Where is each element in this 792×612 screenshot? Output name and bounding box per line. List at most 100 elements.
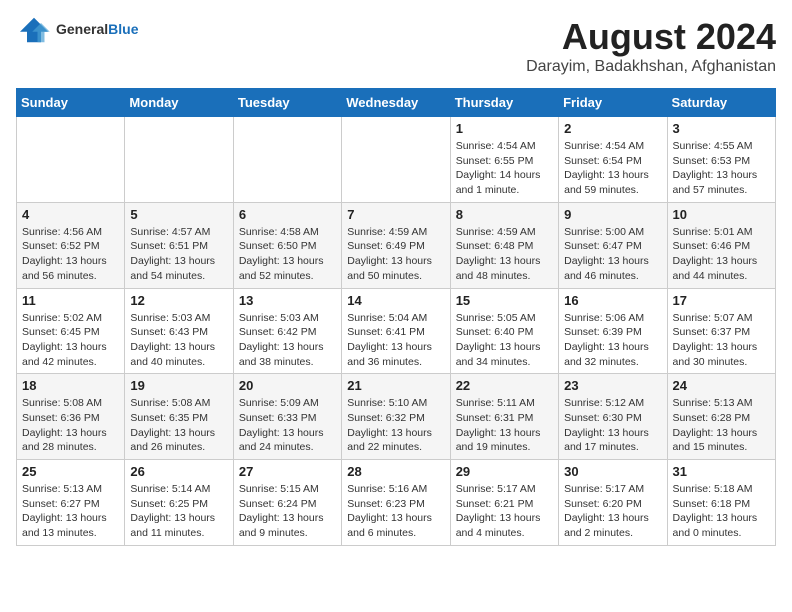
day-number: 27 (239, 464, 336, 479)
calendar-day: 30 Sunrise: 5:17 AM Sunset: 6:20 PM Dayli… (559, 460, 667, 546)
calendar-day: 7 Sunrise: 4:59 AM Sunset: 6:49 PM Daylig… (342, 202, 450, 288)
calendar-day: 5 Sunrise: 4:57 AM Sunset: 6:51 PM Daylig… (125, 202, 233, 288)
calendar-day: 18 Sunrise: 5:08 AM Sunset: 6:36 PM Dayli… (17, 374, 125, 460)
day-info: Sunrise: 5:03 AM Sunset: 6:42 PM Dayligh… (239, 311, 336, 370)
calendar-day: 31 Sunrise: 5:18 AM Sunset: 6:18 PM Dayli… (667, 460, 775, 546)
day-number: 26 (130, 464, 227, 479)
day-info: Sunrise: 4:54 AM Sunset: 6:54 PM Dayligh… (564, 139, 661, 198)
logo-icon (16, 16, 52, 44)
calendar-day: 28 Sunrise: 5:16 AM Sunset: 6:23 PM Dayli… (342, 460, 450, 546)
day-info: Sunrise: 4:57 AM Sunset: 6:51 PM Dayligh… (130, 225, 227, 284)
day-number: 7 (347, 207, 444, 222)
calendar-day: 6 Sunrise: 4:58 AM Sunset: 6:50 PM Daylig… (233, 202, 341, 288)
day-info: Sunrise: 5:10 AM Sunset: 6:32 PM Dayligh… (347, 396, 444, 455)
day-info: Sunrise: 4:59 AM Sunset: 6:48 PM Dayligh… (456, 225, 553, 284)
page-title: August 2024 (526, 16, 776, 58)
calendar-day (342, 117, 450, 203)
day-info: Sunrise: 5:08 AM Sunset: 6:36 PM Dayligh… (22, 396, 119, 455)
weekday-header-sunday: Sunday (17, 89, 125, 117)
calendar-day: 21Sunrise: 5:10 AM Sunset: 6:32 PM Dayli… (342, 374, 450, 460)
calendar-week-3: 11 Sunrise: 5:02 AM Sunset: 6:45 PM Dayli… (17, 288, 776, 374)
calendar-day (17, 117, 125, 203)
weekday-header-friday: Friday (559, 89, 667, 117)
weekday-header-saturday: Saturday (667, 89, 775, 117)
day-number: 9 (564, 207, 661, 222)
calendar-day: 2Sunrise: 4:54 AM Sunset: 6:54 PM Daylig… (559, 117, 667, 203)
day-info: Sunrise: 5:11 AM Sunset: 6:31 PM Dayligh… (456, 396, 553, 455)
day-info: Sunrise: 4:59 AM Sunset: 6:49 PM Dayligh… (347, 225, 444, 284)
calendar-day: 14 Sunrise: 5:04 AM Sunset: 6:41 PM Dayli… (342, 288, 450, 374)
day-info: Sunrise: 5:14 AM Sunset: 6:25 PM Dayligh… (130, 482, 227, 541)
day-number: 24 (673, 378, 770, 393)
logo-general: GeneralBlue (56, 21, 138, 39)
calendar-day: 25 Sunrise: 5:13 AM Sunset: 6:27 PM Dayli… (17, 460, 125, 546)
day-number: 11 (22, 293, 119, 308)
day-info: Sunrise: 4:55 AM Sunset: 6:53 PM Dayligh… (673, 139, 770, 198)
day-info: Sunrise: 5:16 AM Sunset: 6:23 PM Dayligh… (347, 482, 444, 541)
day-number: 13 (239, 293, 336, 308)
day-info: Sunrise: 5:18 AM Sunset: 6:18 PM Dayligh… (673, 482, 770, 541)
day-info: Sunrise: 5:08 AM Sunset: 6:35 PM Dayligh… (130, 396, 227, 455)
weekday-header-monday: Monday (125, 89, 233, 117)
calendar-week-4: 18 Sunrise: 5:08 AM Sunset: 6:36 PM Dayli… (17, 374, 776, 460)
calendar-day: 1 Sunrise: 4:54 AM Sunset: 6:55 PM Daylig… (450, 117, 558, 203)
day-info: Sunrise: 5:04 AM Sunset: 6:41 PM Dayligh… (347, 311, 444, 370)
day-info: Sunrise: 4:56 AM Sunset: 6:52 PM Dayligh… (22, 225, 119, 284)
calendar-day (125, 117, 233, 203)
calendar-day: 4Sunrise: 4:56 AM Sunset: 6:52 PM Daylig… (17, 202, 125, 288)
calendar-day: 20 Sunrise: 5:09 AM Sunset: 6:33 PM Dayli… (233, 374, 341, 460)
day-info: Sunrise: 5:07 AM Sunset: 6:37 PM Dayligh… (673, 311, 770, 370)
day-info: Sunrise: 4:58 AM Sunset: 6:50 PM Dayligh… (239, 225, 336, 284)
calendar-day: 23Sunrise: 5:12 AM Sunset: 6:30 PM Dayli… (559, 374, 667, 460)
calendar-day: 11 Sunrise: 5:02 AM Sunset: 6:45 PM Dayli… (17, 288, 125, 374)
day-number: 1 (456, 121, 553, 136)
day-info: Sunrise: 5:03 AM Sunset: 6:43 PM Dayligh… (130, 311, 227, 370)
day-number: 8 (456, 207, 553, 222)
day-info: Sunrise: 5:17 AM Sunset: 6:20 PM Dayligh… (564, 482, 661, 541)
day-number: 10 (673, 207, 770, 222)
day-info: Sunrise: 4:54 AM Sunset: 6:55 PM Dayligh… (456, 139, 553, 198)
day-number: 18 (22, 378, 119, 393)
weekday-header-tuesday: Tuesday (233, 89, 341, 117)
day-number: 22 (456, 378, 553, 393)
calendar-table: SundayMondayTuesdayWednesdayThursdayFrid… (16, 88, 776, 546)
page-subtitle: Darayim, Badakhshan, Afghanistan (526, 58, 776, 76)
day-info: Sunrise: 5:13 AM Sunset: 6:28 PM Dayligh… (673, 396, 770, 455)
day-number: 28 (347, 464, 444, 479)
day-number: 19 (130, 378, 227, 393)
day-number: 5 (130, 207, 227, 222)
day-info: Sunrise: 5:09 AM Sunset: 6:33 PM Dayligh… (239, 396, 336, 455)
day-number: 14 (347, 293, 444, 308)
calendar-day: 26 Sunrise: 5:14 AM Sunset: 6:25 PM Dayli… (125, 460, 233, 546)
day-info: Sunrise: 5:01 AM Sunset: 6:46 PM Dayligh… (673, 225, 770, 284)
day-info: Sunrise: 5:02 AM Sunset: 6:45 PM Dayligh… (22, 311, 119, 370)
day-number: 29 (456, 464, 553, 479)
day-info: Sunrise: 5:15 AM Sunset: 6:24 PM Dayligh… (239, 482, 336, 541)
day-info: Sunrise: 5:13 AM Sunset: 6:27 PM Dayligh… (22, 482, 119, 541)
title-block: August 2024 Darayim, Badakhshan, Afghani… (526, 16, 776, 76)
calendar-week-1: 1 Sunrise: 4:54 AM Sunset: 6:55 PM Daylig… (17, 117, 776, 203)
day-number: 25 (22, 464, 119, 479)
day-number: 6 (239, 207, 336, 222)
calendar-header-row: SundayMondayTuesdayWednesdayThursdayFrid… (17, 89, 776, 117)
calendar-day: 10 Sunrise: 5:01 AM Sunset: 6:46 PM Dayli… (667, 202, 775, 288)
day-info: Sunrise: 5:00 AM Sunset: 6:47 PM Dayligh… (564, 225, 661, 284)
calendar-day: 22 Sunrise: 5:11 AM Sunset: 6:31 PM Dayli… (450, 374, 558, 460)
day-number: 16 (564, 293, 661, 308)
calendar-day (233, 117, 341, 203)
calendar-day: 17 Sunrise: 5:07 AM Sunset: 6:37 PM Dayli… (667, 288, 775, 374)
calendar-day: 9 Sunrise: 5:00 AM Sunset: 6:47 PM Daylig… (559, 202, 667, 288)
page-header: GeneralBlue August 2024 Darayim, Badakhs… (16, 16, 776, 76)
logo: GeneralBlue (16, 16, 138, 44)
calendar-day: 12 Sunrise: 5:03 AM Sunset: 6:43 PM Dayli… (125, 288, 233, 374)
calendar-week-5: 25 Sunrise: 5:13 AM Sunset: 6:27 PM Dayli… (17, 460, 776, 546)
day-number: 15 (456, 293, 553, 308)
day-number: 31 (673, 464, 770, 479)
calendar-day: 16Sunrise: 5:06 AM Sunset: 6:39 PM Dayli… (559, 288, 667, 374)
day-number: 30 (564, 464, 661, 479)
day-number: 12 (130, 293, 227, 308)
day-number: 20 (239, 378, 336, 393)
calendar-day: 24 Sunrise: 5:13 AM Sunset: 6:28 PM Dayli… (667, 374, 775, 460)
calendar-day: 19 Sunrise: 5:08 AM Sunset: 6:35 PM Dayli… (125, 374, 233, 460)
day-number: 17 (673, 293, 770, 308)
